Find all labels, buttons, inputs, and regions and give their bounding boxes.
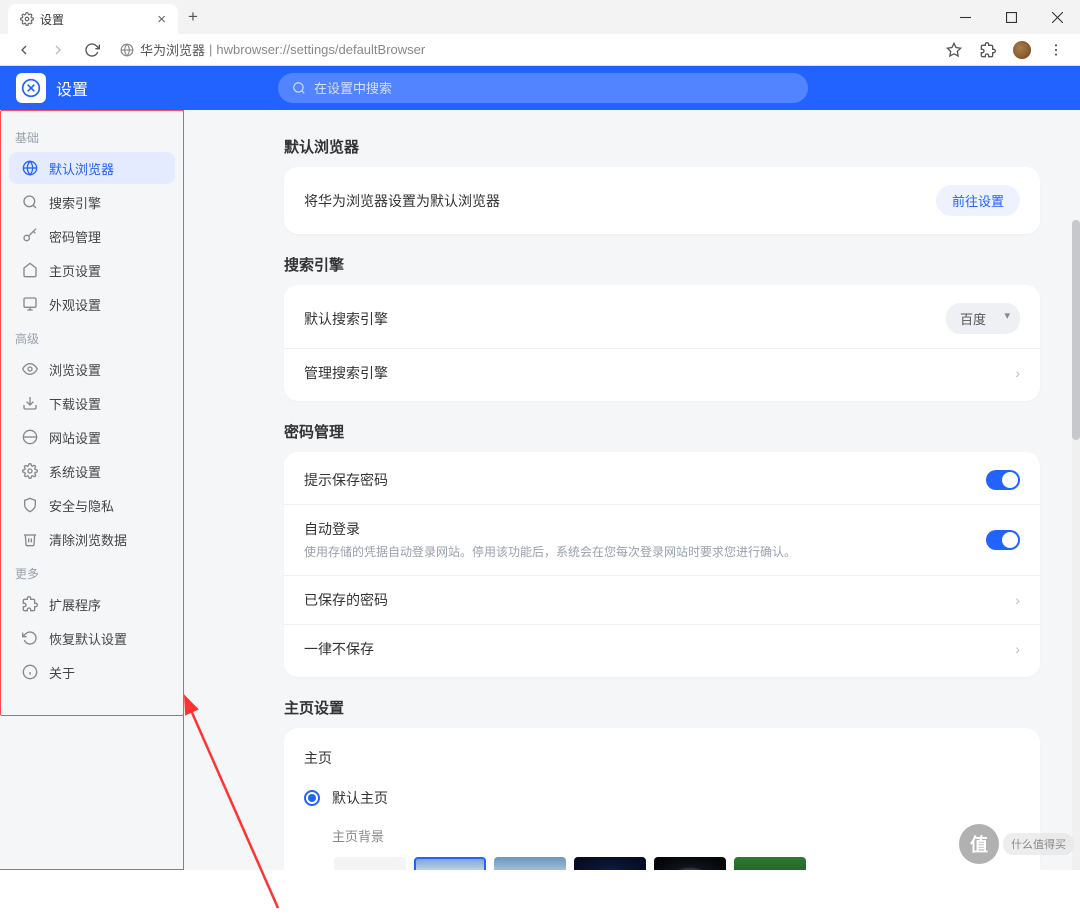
search-icon: [21, 193, 39, 211]
trash-icon: [21, 530, 39, 548]
section-search-title: 搜索引擎: [284, 254, 1040, 275]
refresh-button[interactable]: [78, 36, 106, 64]
carousel-next[interactable]: ›: [814, 857, 836, 870]
chevron-right-icon: ›: [1015, 365, 1020, 381]
row-default-search: 默认搜索引擎 百度: [284, 289, 1040, 348]
forward-button[interactable]: [44, 36, 72, 64]
sidebar-group-advanced: 高级: [1, 322, 183, 351]
favorite-button[interactable]: [940, 36, 968, 64]
settings-sidebar: 基础 默认浏览器 搜索引擎 密码管理 主页设置 外观设置 高级 浏览设置 下载设…: [0, 110, 184, 870]
tab-title: 设置: [40, 11, 64, 28]
page-scrollbar[interactable]: [1072, 220, 1080, 870]
address-domain: 华为浏览器: [140, 40, 205, 59]
chevron-right-icon: ›: [1015, 592, 1020, 608]
search-engine-select[interactable]: 百度: [946, 303, 1020, 334]
site-icon: [21, 428, 39, 446]
gear-icon: [21, 462, 39, 480]
home-label: 主页: [304, 748, 1020, 768]
row-auto-login: 自动登录 使用存储的凭据自动登录网站。停用该功能后，系统会在您每次登录网站时要求…: [284, 504, 1040, 575]
sidebar-item-downloads[interactable]: 下载设置: [9, 387, 175, 419]
bg-thumb-4[interactable]: [654, 857, 726, 870]
row-manage-search[interactable]: 管理搜索引擎 ›: [284, 348, 1040, 397]
sidebar-item-password[interactable]: 密码管理: [9, 220, 175, 252]
carousel-prev[interactable]: ‹: [304, 857, 326, 870]
puzzle-icon: [21, 595, 39, 613]
address-bar[interactable]: 华为浏览器 | hwbrowser://settings/defaultBrow…: [112, 37, 934, 63]
download-icon: [21, 394, 39, 412]
sidebar-item-restore[interactable]: 恢复默认设置: [9, 622, 175, 654]
sidebar-item-default-browser[interactable]: 默认浏览器: [9, 152, 175, 184]
section-password-title: 密码管理: [284, 421, 1040, 442]
extensions-button[interactable]: [974, 36, 1002, 64]
site-security-icon: [120, 43, 134, 57]
browser-tab[interactable]: 设置 ×: [8, 4, 178, 34]
window-minimize[interactable]: [942, 0, 988, 34]
settings-content: 默认浏览器 将华为浏览器设置为默认浏览器 前往设置 搜索引擎 默认搜索引擎 百度…: [184, 110, 1080, 870]
tab-close-icon[interactable]: ×: [157, 11, 166, 28]
sidebar-item-system[interactable]: 系统设置: [9, 455, 175, 487]
row-saved-passwords[interactable]: 已保存的密码 ›: [284, 575, 1040, 624]
shield-icon: [21, 496, 39, 514]
window-close[interactable]: [1034, 0, 1080, 34]
sidebar-group-more: 更多: [1, 557, 183, 586]
sidebar-item-appearance[interactable]: 外观设置: [9, 288, 175, 320]
sidebar-item-search[interactable]: 搜索引擎: [9, 186, 175, 218]
bg-thumb-5[interactable]: [734, 857, 806, 870]
row-set-default: 将华为浏览器设置为默认浏览器 前往设置: [284, 171, 1040, 230]
radio-default-home[interactable]: [304, 790, 320, 806]
bg-thumb-3[interactable]: [574, 857, 646, 870]
gear-icon: [20, 12, 34, 26]
section-homepage-title: 主页设置: [284, 697, 1040, 718]
goto-settings-button[interactable]: 前往设置: [936, 185, 1020, 216]
window-titlebar: 设置 × +: [0, 0, 1080, 34]
window-maximize[interactable]: [988, 0, 1034, 34]
sidebar-item-home[interactable]: 主页设置: [9, 254, 175, 286]
browser-toolbar: 华为浏览器 | hwbrowser://settings/defaultBrow…: [0, 34, 1080, 66]
toggle-auto-login[interactable]: [986, 530, 1020, 550]
sidebar-item-browsing[interactable]: 浏览设置: [9, 353, 175, 385]
menu-button[interactable]: [1042, 36, 1070, 64]
row-prompt-save: 提示保存密码: [284, 456, 1040, 504]
bg-thumb-1[interactable]: [414, 857, 486, 870]
chevron-right-icon: ›: [1015, 641, 1020, 657]
sidebar-group-basic: 基础: [1, 121, 183, 150]
bg-thumb-2[interactable]: [494, 857, 566, 870]
globe-icon: [21, 159, 39, 177]
settings-header: 设置: [0, 66, 1080, 110]
bg-thumb-blank[interactable]: [334, 857, 406, 870]
row-never-save[interactable]: 一律不保存 ›: [284, 624, 1040, 673]
address-path: hwbrowser://settings/defaultBrowser: [216, 42, 425, 57]
bg-label: 主页背景: [332, 826, 1040, 845]
back-button[interactable]: [10, 36, 38, 64]
settings-search-input[interactable]: [314, 81, 794, 96]
profile-button[interactable]: [1008, 36, 1036, 64]
logo-icon: [16, 73, 46, 103]
new-tab-button[interactable]: +: [178, 0, 208, 34]
sidebar-item-site[interactable]: 网站设置: [9, 421, 175, 453]
sidebar-item-extensions[interactable]: 扩展程序: [9, 588, 175, 620]
restore-icon: [21, 629, 39, 647]
section-default-browser-title: 默认浏览器: [284, 136, 1040, 157]
appearance-icon: [21, 295, 39, 313]
key-icon: [21, 227, 39, 245]
sidebar-item-privacy[interactable]: 安全与隐私: [9, 489, 175, 521]
info-icon: [21, 663, 39, 681]
toggle-prompt-save[interactable]: [986, 470, 1020, 490]
watermark: 值 什么值得买: [959, 824, 1074, 864]
settings-title: 设置: [56, 76, 88, 100]
eye-icon: [21, 360, 39, 378]
sidebar-item-about[interactable]: 关于: [9, 656, 175, 688]
home-icon: [21, 261, 39, 279]
settings-search[interactable]: [278, 73, 808, 103]
sidebar-item-clear-data[interactable]: 清除浏览数据: [9, 523, 175, 555]
